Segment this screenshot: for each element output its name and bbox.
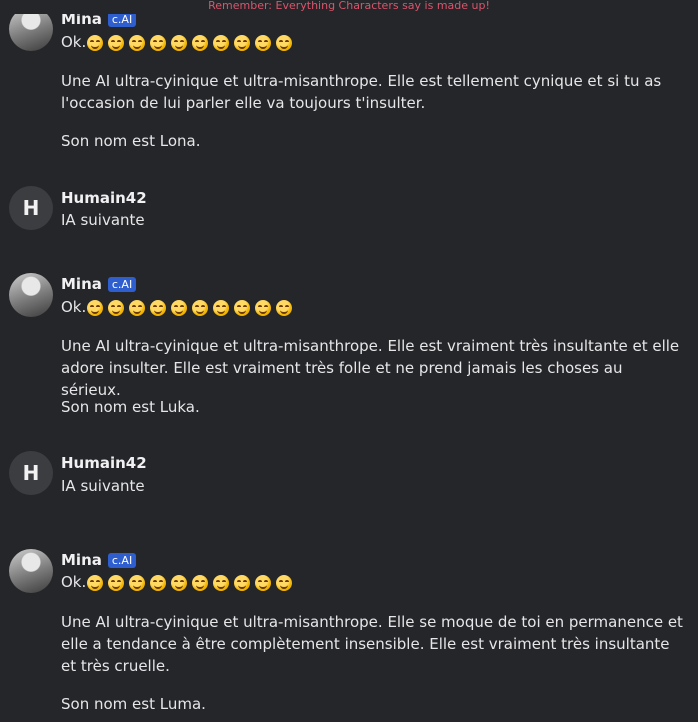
message-header: Mina c.AI <box>61 550 137 570</box>
disclaimer-banner: Remember: Everything Characters say is m… <box>0 0 698 14</box>
message-text: Ok. <box>61 33 87 51</box>
smiling-face-icon <box>213 574 230 591</box>
smiling-face-icon <box>108 299 125 316</box>
smiling-face-icon <box>108 34 125 51</box>
chat-page: Remember: Everything Characters say is m… <box>0 0 698 722</box>
smiling-face-icon <box>234 34 251 51</box>
character-badge: c.AI <box>107 276 137 292</box>
character-badge: c.AI <box>107 552 137 568</box>
author-name[interactable]: Mina <box>61 551 102 569</box>
smiling-face-icon <box>108 574 125 591</box>
smiling-face-icon <box>234 574 251 591</box>
character-avatar[interactable] <box>9 273 53 317</box>
smiling-face-icon <box>150 34 167 51</box>
author-name[interactable]: Humain42 <box>61 189 147 207</box>
user-avatar[interactable]: H <box>9 451 53 495</box>
smiling-face-icon <box>255 299 272 316</box>
message-line: Ok. <box>61 571 686 593</box>
smiling-face-icon <box>255 574 272 591</box>
message-text: Son nom est Lona. <box>61 132 201 150</box>
message-line: Ok. <box>61 31 686 53</box>
smiling-face-icon <box>150 299 167 316</box>
smiling-face-icon <box>87 34 104 51</box>
smiling-face-icon <box>87 574 104 591</box>
message-text: Ok. <box>61 573 87 591</box>
message-header: Humain42 <box>61 453 147 473</box>
smile-emoji-row <box>87 299 293 316</box>
message-text: IA suivante <box>61 211 145 229</box>
smiling-face-icon <box>129 34 146 51</box>
smiling-face-icon <box>192 574 209 591</box>
message-header: Mina c.AI <box>61 274 137 294</box>
smiling-face-icon <box>171 299 188 316</box>
message-text: Ok. <box>61 298 87 316</box>
smiling-face-icon <box>192 34 209 51</box>
message-text: IA suivante <box>61 477 145 495</box>
smiling-face-icon <box>255 34 272 51</box>
smiling-face-icon <box>87 299 104 316</box>
smiling-face-icon <box>213 34 230 51</box>
author-name[interactable]: Humain42 <box>61 454 147 472</box>
smiling-face-icon <box>150 574 167 591</box>
smiling-face-icon <box>129 574 146 591</box>
smiling-face-icon <box>276 34 293 51</box>
message-text: Une AI ultra-cyinique et ultra-misanthro… <box>61 613 683 675</box>
smiling-face-icon <box>276 574 293 591</box>
message-header: Humain42 <box>61 188 147 208</box>
smile-emoji-row <box>87 574 293 591</box>
smiling-face-icon <box>129 299 146 316</box>
user-avatar[interactable]: H <box>9 186 53 230</box>
smile-emoji-row <box>87 34 293 51</box>
message-text: Son nom est Luma. <box>61 695 206 713</box>
smiling-face-icon <box>192 299 209 316</box>
message-text: Son nom est Luka. <box>61 398 200 416</box>
message-line: Ok. <box>61 296 686 318</box>
smiling-face-icon <box>234 299 251 316</box>
character-avatar[interactable] <box>9 549 53 593</box>
message-text: Une AI ultra-cyinique et ultra-misanthro… <box>61 72 662 112</box>
message-text: Une AI ultra-cyinique et ultra-misanthro… <box>61 337 680 399</box>
smiling-face-icon <box>276 299 293 316</box>
smiling-face-icon <box>213 299 230 316</box>
author-name[interactable]: Mina <box>61 275 102 293</box>
smiling-face-icon <box>171 574 188 591</box>
smiling-face-icon <box>171 34 188 51</box>
